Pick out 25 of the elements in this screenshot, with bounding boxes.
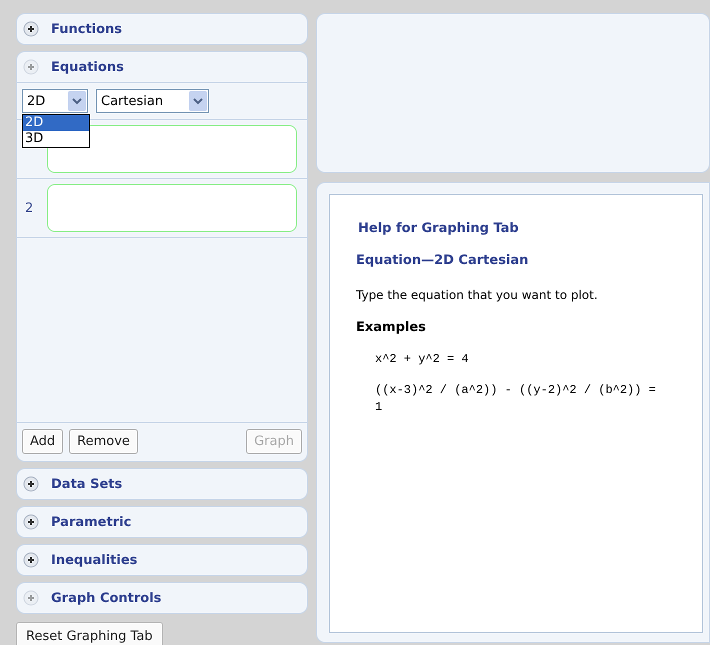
action-button[interactable]: Remove	[69, 429, 138, 454]
section-header[interactable]: Functions	[51, 22, 122, 36]
expand-icon[interactable]	[23, 514, 39, 530]
help-text: Type the equation that you want to plot.	[356, 288, 599, 302]
example-equation: x^2 + y^2 = 4	[375, 351, 470, 368]
help-title: Help for Graphing Tab	[358, 221, 520, 236]
equation-field[interactable]	[47, 184, 297, 232]
expand-icon[interactable]	[23, 21, 39, 37]
help-subtitle: Equation—2D Cartesian	[356, 253, 530, 268]
example-equation: ((x-3)^2 / (a^2)) - ((y-2)^2 / (b^2)) = 1	[375, 382, 657, 416]
examples-heading: Examples	[356, 320, 427, 335]
section-header[interactable]: Data Sets	[51, 476, 122, 492]
equation-field[interactable]	[47, 125, 297, 173]
dropdown-option[interactable]: 3D	[23, 131, 89, 147]
expand-icon[interactable]	[23, 552, 39, 568]
section-header[interactable]: Equations	[51, 60, 124, 74]
section-header[interactable]: Inequalities	[51, 552, 138, 568]
expand-icon[interactable]	[23, 476, 39, 492]
dimension-dropdown[interactable]: 2D	[22, 89, 88, 113]
section-header[interactable]: Parametric	[51, 514, 132, 530]
reset-button[interactable]: Reset Graphing Tab	[16, 622, 163, 645]
equation-number: 2	[25, 200, 34, 216]
action-button[interactable]: Add	[22, 429, 64, 454]
coordinates-dropdown[interactable]: Cartesian	[96, 89, 209, 113]
dropdown-option[interactable]: 2D	[23, 115, 89, 131]
